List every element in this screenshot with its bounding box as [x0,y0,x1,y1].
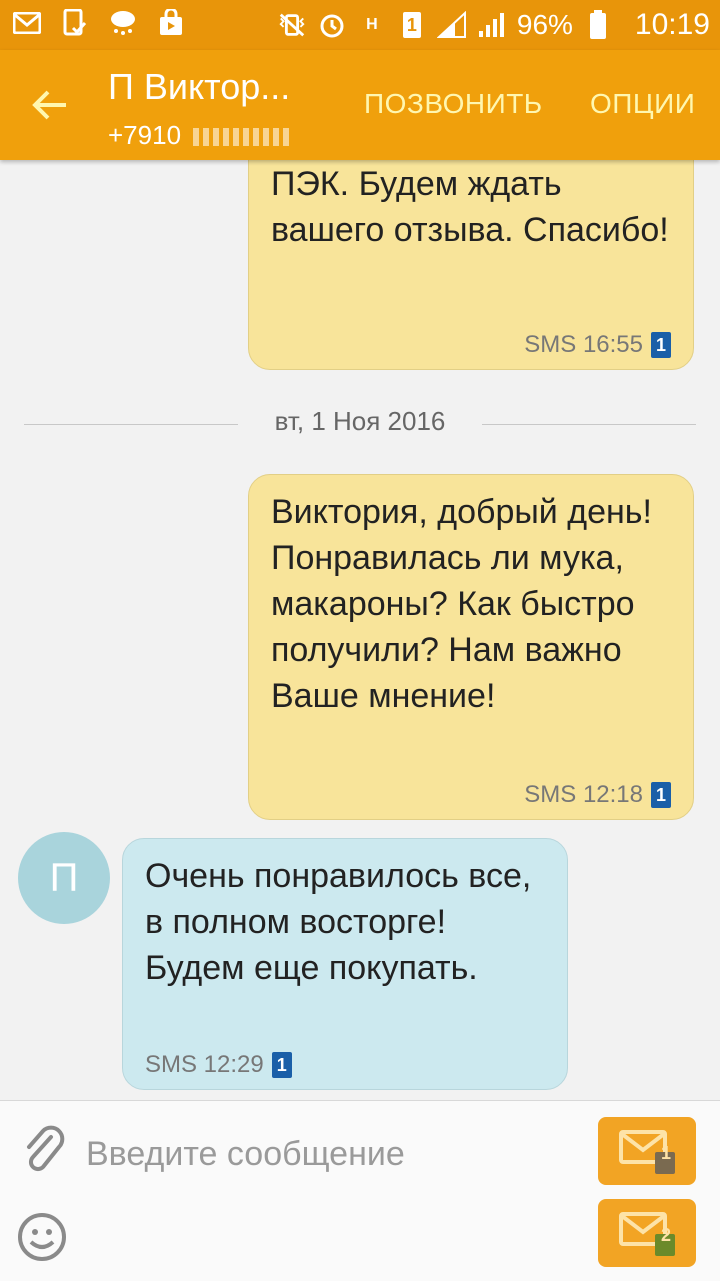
call-button[interactable]: ПОЗВОНИТЬ [364,88,543,120]
battery-icon [583,10,613,40]
status-bar-system: H 1 96% 10:19 [277,6,710,44]
message-meta: SMS 12:18 1 [524,781,671,809]
arrow-back-icon [32,90,66,120]
message-input[interactable] [84,1125,588,1183]
message-bubble-outgoing[interactable]: Ваш заказ передан в ТК ПЭК. Будем ждать … [248,160,694,370]
alarm-icon [317,10,347,40]
message-text: Виктория, добрый день! Понравилась ли му… [271,493,652,715]
attach-button[interactable] [18,1121,68,1177]
message-timestamp: SMS 12:18 [524,781,643,808]
sim-indicator-icon: 1 [397,10,427,40]
clock: 10:19 [634,8,710,41]
message-list[interactable]: Ваш заказ передан в ТК ПЭК. Будем ждать … [0,160,720,1100]
send-sim1-button[interactable]: 1 [598,1117,696,1185]
signal-strength-icon [436,10,467,40]
message-meta: SMS 16:55 1 [524,331,671,359]
date-separator: вт, 1 Ноя 2016 [24,406,696,442]
message-composer: 1 2 [0,1100,720,1281]
message-timestamp: SMS 16:55 [524,331,643,358]
message-bubble-outgoing[interactable]: Виктория, добрый день! Понравилась ли му… [248,474,694,820]
status-bar: H 1 96% 10:19 [0,0,720,50]
vibrate-mute-icon [277,10,307,40]
sim-badge-icon: 1 [271,1052,292,1078]
sim-badge-icon: 1 [651,332,671,358]
battery-percentage: 96% [516,9,573,40]
conversation-header: П Виктор... +7910 ПОЗВОНИТЬ ОПЦИИ [0,50,720,160]
status-bar-notifications [12,8,186,38]
contact-phone-number: +7910 [108,120,182,150]
message-timestamp: SMS 12:29 [145,1051,264,1078]
sim-badge-icon: 1 [651,782,671,808]
message-text: Ваш заказ передан в ТК ПЭК. Будем ждать … [271,165,669,249]
date-separator-label: вт, 1 Ноя 2016 [274,406,446,436]
message-meta: SMS 12:29 1 [145,1051,292,1079]
signal-strength-2-icon [477,10,507,40]
send-sim1-label: 1 [660,1143,671,1163]
back-button[interactable] [20,72,80,138]
network-type-icon: H [366,16,378,33]
emoji-button[interactable] [16,1211,68,1263]
message-text: Очень понравилось все, в полном восторге… [145,857,532,987]
avatar-letter: П [49,855,79,900]
paperclip-icon [27,1125,65,1172]
divider [482,424,696,425]
weather-snow-icon [108,8,138,38]
gmail-icon [12,8,42,38]
contact-phone: +7910 [108,120,294,151]
options-button[interactable]: ОПЦИИ [590,88,695,120]
shopping-bag-icon [156,8,186,38]
contact-avatar[interactable]: П [18,832,110,924]
send-sim2-button[interactable]: 2 [598,1199,696,1267]
message-bubble-incoming[interactable]: Очень понравилось все, в полном восторге… [122,838,568,1090]
redacted-phone-digits [193,128,294,147]
send-sim2-label: 2 [660,1225,671,1245]
phone-check-icon [60,8,90,38]
contact-name: П Виктор... [108,66,291,107]
smiley-icon [18,1213,66,1261]
